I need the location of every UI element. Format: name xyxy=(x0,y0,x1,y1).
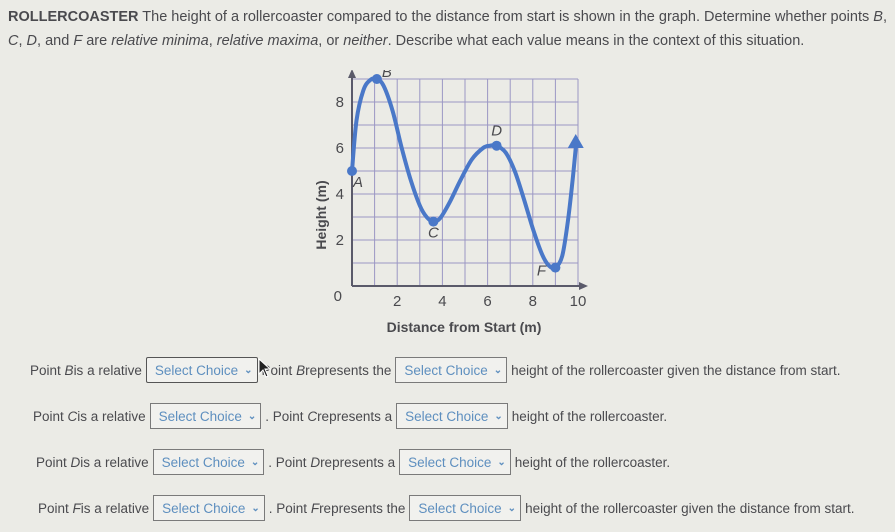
chevron-down-icon: ⌄ xyxy=(493,364,503,376)
x-tick-label: 10 xyxy=(570,293,587,310)
point-f-meaning-select[interactable]: Select Choice ⌄ xyxy=(409,495,522,521)
chevron-down-icon: ⌄ xyxy=(494,410,503,422)
point-c-meaning-select[interactable]: Select Choice ⌄ xyxy=(396,403,508,429)
chevron-down-icon: ⌄ xyxy=(244,364,253,376)
point-a-label: A xyxy=(352,174,363,191)
point-f-marker xyxy=(550,262,561,273)
y-axis-arrow-icon xyxy=(348,70,356,78)
point-c-label: C xyxy=(428,225,439,242)
x-tick-label: 6 xyxy=(483,293,491,310)
y-tick-label: 8 xyxy=(336,94,344,111)
curve-end-arrow-icon xyxy=(567,134,584,148)
y-tick-label: 2 xyxy=(336,232,344,249)
point-d-label: D xyxy=(491,123,502,140)
mouse-cursor-icon xyxy=(258,358,271,378)
question-row-f: Point F is a relative Select Choice ⌄ . P… xyxy=(38,495,854,521)
chevron-down-icon: ⌄ xyxy=(251,502,260,514)
point-b-meaning-select[interactable]: Select Choice ⌄ xyxy=(395,357,508,383)
problem-prompt: ROLLERCOASTER The height of a rollercoas… xyxy=(8,9,887,49)
x-tick-label: 4 xyxy=(438,293,446,310)
point-f-label: F xyxy=(537,263,547,280)
labeled-points: A B C D F xyxy=(347,70,561,280)
chevron-down-icon: ⌄ xyxy=(497,456,506,468)
y-tick-label: 4 xyxy=(336,186,344,203)
question-row-c: Point C is a relative Select Choice ⌄ . P… xyxy=(33,403,667,429)
origin-label: 0 xyxy=(334,288,342,305)
point-c-type-select[interactable]: Select Choice ⌄ xyxy=(149,403,262,429)
x-axis-label: Distance from Start (m) xyxy=(387,319,542,335)
x-tick-label: 8 xyxy=(529,293,537,310)
point-d-marker xyxy=(491,140,502,151)
tick-labels: 2 4 6 8 10 2 4 6 8 0 xyxy=(334,94,587,310)
point-d-type-select[interactable]: Select Choice ⌄ xyxy=(152,449,265,475)
y-axis-label: Height (m) xyxy=(313,180,329,249)
y-tick-label: 6 xyxy=(336,140,344,157)
point-d-meaning-select[interactable]: Select Choice ⌄ xyxy=(399,449,511,475)
axes xyxy=(348,70,588,290)
rollercoaster-graph: 2 4 6 8 10 2 4 6 8 0 Distance from Start (m) Heig… xyxy=(313,70,588,335)
problem-keyword: ROLLERCOASTER xyxy=(8,9,139,25)
x-axis-arrow-icon xyxy=(579,282,588,290)
question-row-d: Point D is a relative Select Choice ⌄ . P… xyxy=(36,449,670,475)
chevron-down-icon: ⌄ xyxy=(250,456,260,468)
point-b-label: B xyxy=(382,70,392,81)
chevron-down-icon: ⌄ xyxy=(247,410,257,422)
chevron-down-icon: ⌄ xyxy=(507,502,517,514)
question-row-b: Point B is a relative Select Choice ⌄ Poi… xyxy=(30,357,841,383)
point-f-type-select[interactable]: Select Choice ⌄ xyxy=(153,495,265,521)
point-b-marker xyxy=(371,74,382,84)
point-b-type-select[interactable]: Select Choice ⌄ xyxy=(145,357,258,383)
x-tick-label: 2 xyxy=(393,293,401,310)
